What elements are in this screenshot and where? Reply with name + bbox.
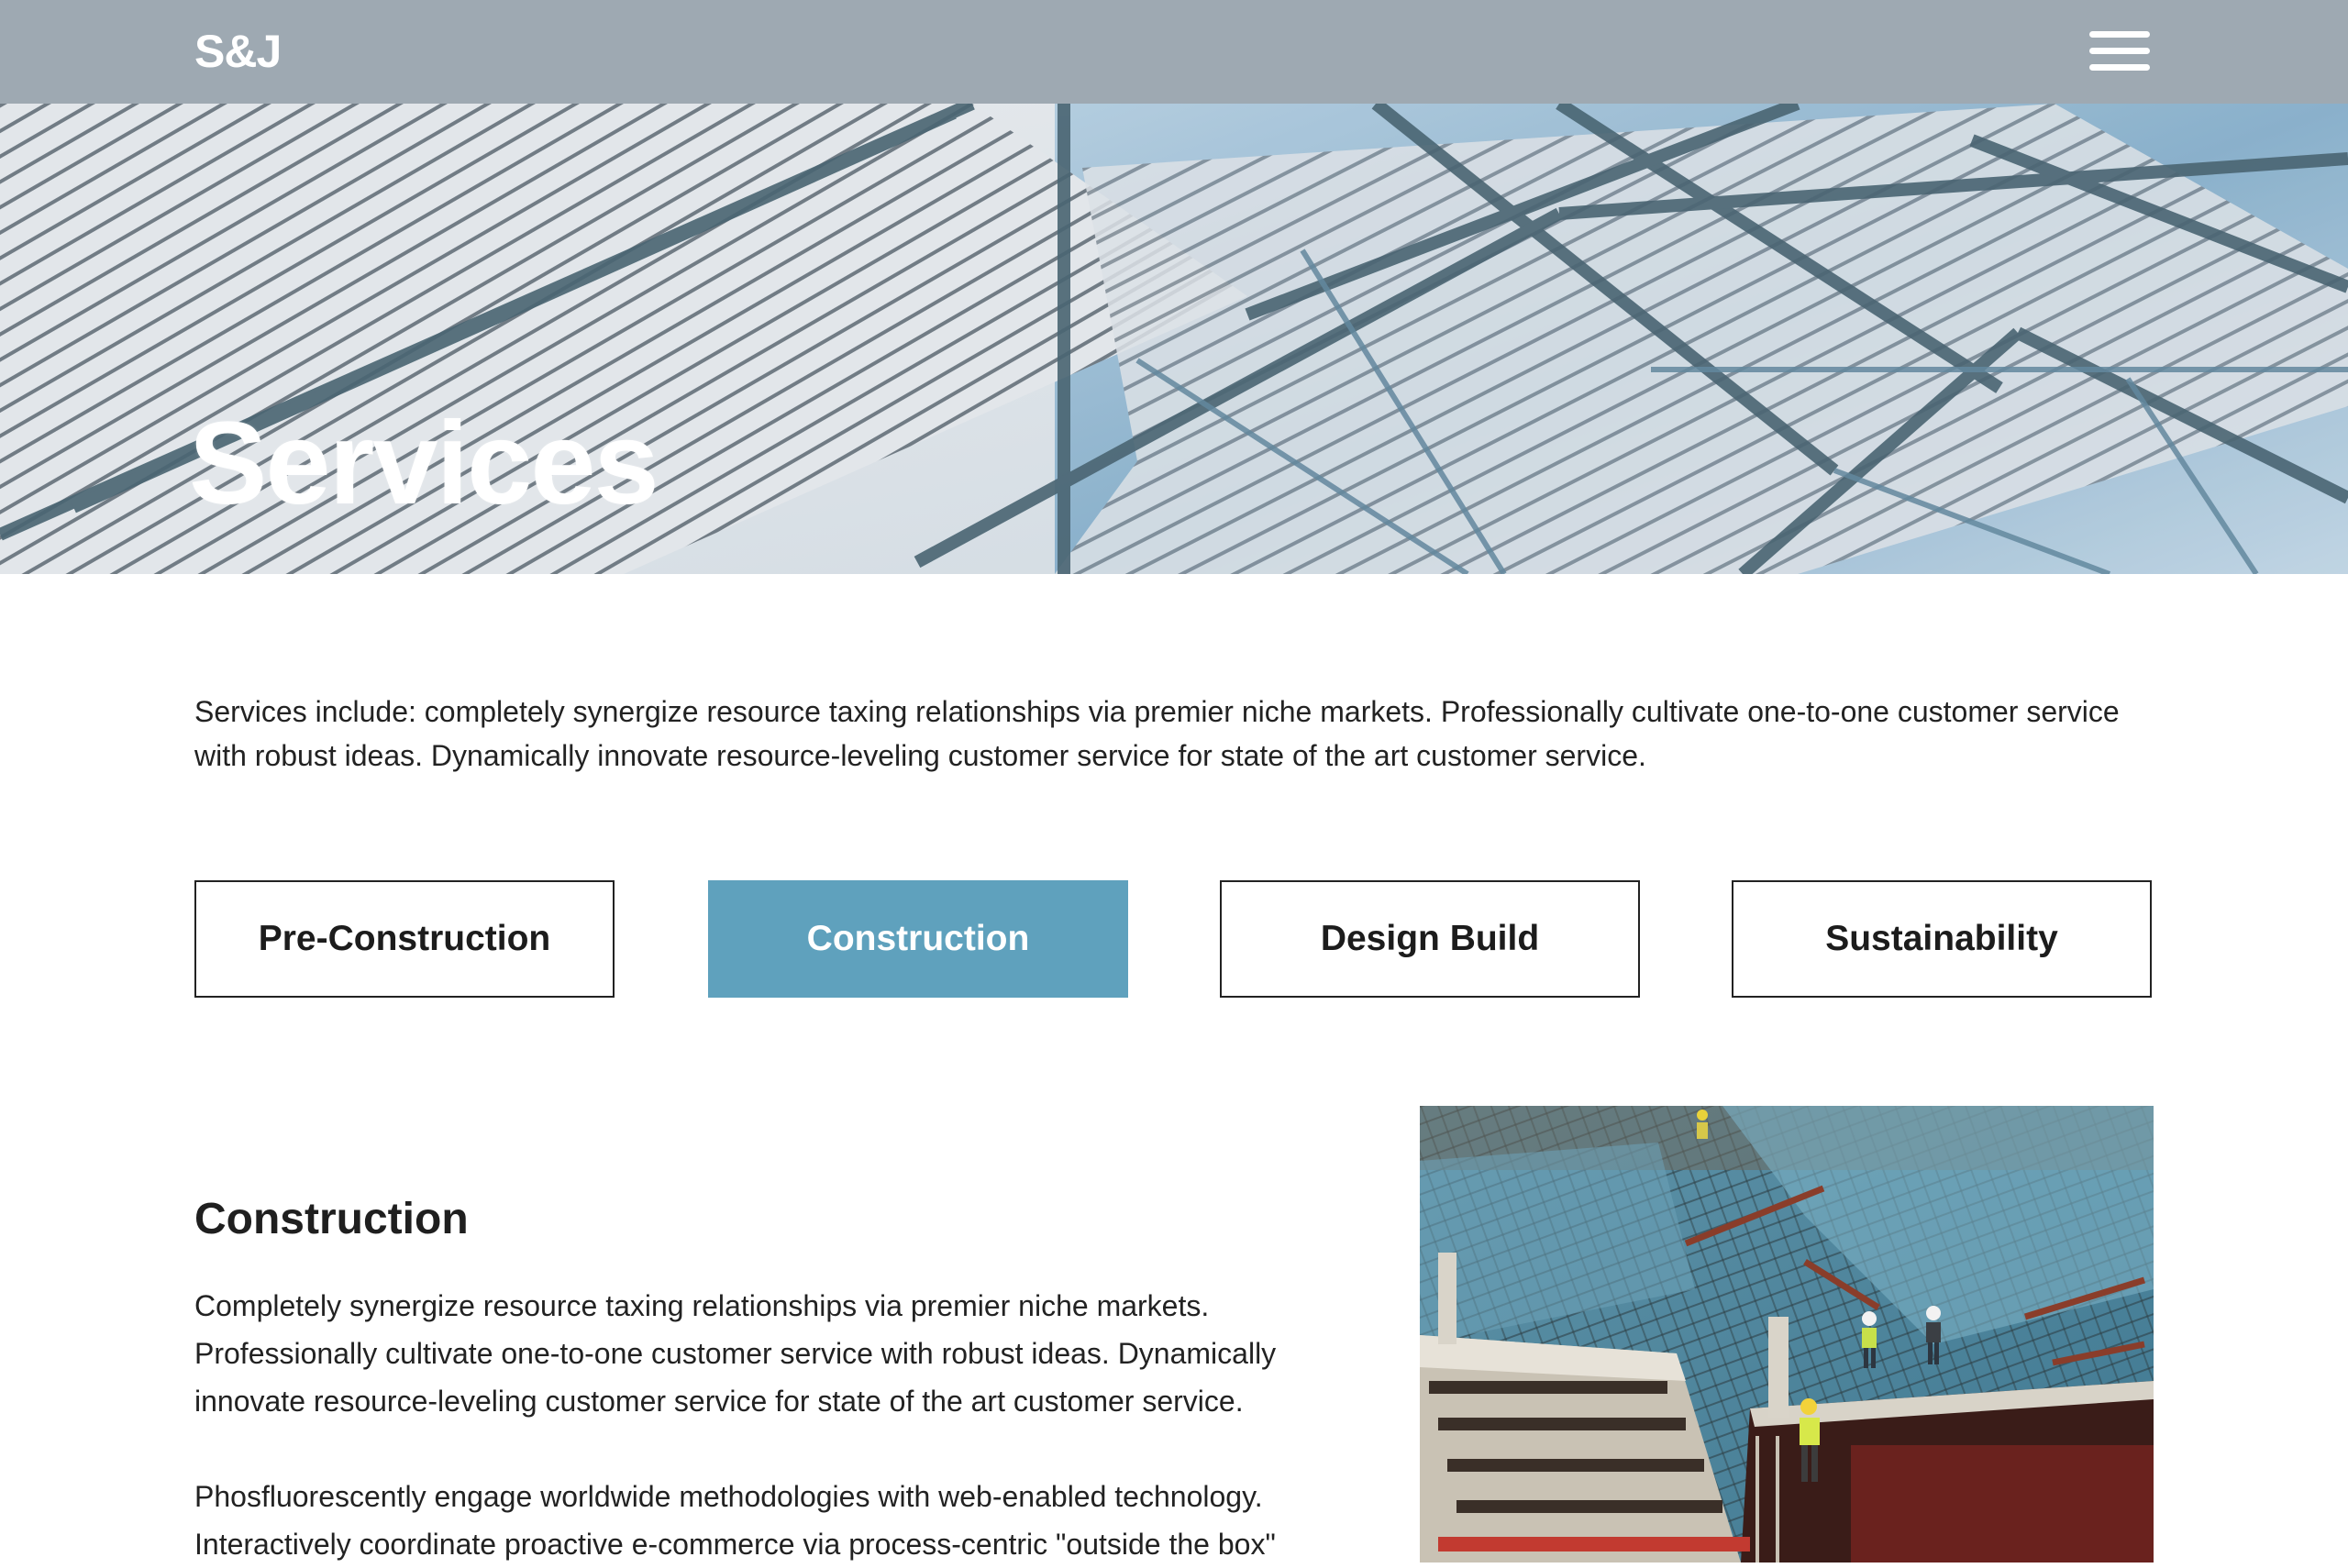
hero-banner: Services — [0, 104, 2348, 574]
menu-line — [2089, 48, 2150, 54]
section-heading: Construction — [194, 1195, 469, 1243]
tab-pre-construction[interactable]: Pre-Construction — [194, 880, 615, 998]
services-intro-text: Services include: completely synergize r… — [194, 695, 2120, 772]
tab-design-build[interactable]: Design Build — [1220, 880, 1640, 998]
section-paragraph: Phosfluorescently engage worldwide metho… — [194, 1480, 1276, 1561]
section-paragraph: Completely synergize resource taxing rel… — [194, 1289, 1277, 1418]
tab-sustainability[interactable]: Sustainability — [1732, 880, 2152, 998]
services-tabs: Pre-Construction Construction Design Bui… — [194, 880, 2154, 998]
tab-construction[interactable]: Construction — [708, 880, 1128, 998]
menu-line — [2089, 64, 2150, 71]
menu-line — [2089, 31, 2150, 38]
hamburger-menu-icon[interactable] — [2089, 29, 2155, 75]
page-title: Services — [189, 398, 659, 529]
site-logo[interactable]: S&J — [194, 24, 282, 79]
construction-site-photo — [1420, 1106, 2154, 1562]
top-nav-bar: S&J — [0, 0, 2348, 104]
